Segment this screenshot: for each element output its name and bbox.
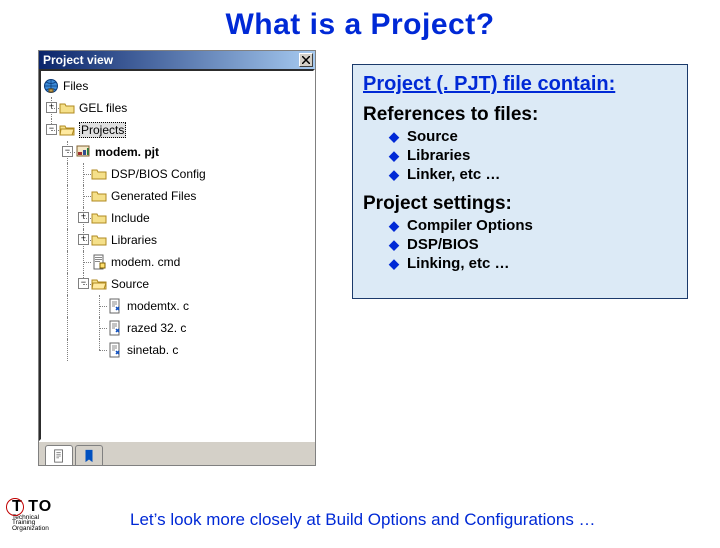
logo-ring-icon xyxy=(6,498,24,516)
tree-label-selected: Projects xyxy=(79,122,126,138)
list-item-label: Linker, etc … xyxy=(407,166,500,183)
bullet-list: ◆ Source ◆ Libraries ◆ Linker, etc … xyxy=(363,128,677,183)
list-item-label: Linking, etc … xyxy=(407,255,510,272)
bullet-list: ◆ Compiler Options ◆ DSP/BIOS ◆ Linking, et… xyxy=(363,217,677,272)
logo-line: Organization xyxy=(12,526,52,533)
list-item: ◆ Linker, etc … xyxy=(389,166,677,183)
info-subheading-1: References to files: xyxy=(363,104,677,126)
tree-node-include[interactable]: + Include xyxy=(43,207,311,229)
list-item: ◆ Libraries xyxy=(389,147,677,164)
expander-minus-icon[interactable]: − xyxy=(78,278,89,289)
folder-icon xyxy=(91,210,107,226)
info-heading: Project (. PJT) file contain: xyxy=(363,73,677,96)
tree-node-generated[interactable]: Generated Files xyxy=(43,185,311,207)
expander-minus-icon[interactable]: − xyxy=(46,124,57,135)
tree-node-files[interactable]: Files xyxy=(43,75,311,97)
tree-node-cmd[interactable]: modem. cmd xyxy=(43,251,311,273)
folder-icon xyxy=(59,100,75,116)
tree-node-gel[interactable]: + GEL files xyxy=(43,97,311,119)
diamond-bullet-icon: ◆ xyxy=(389,219,399,232)
cmd-file-icon xyxy=(91,254,107,270)
bookmark-icon xyxy=(82,449,96,463)
diamond-bullet-icon: ◆ xyxy=(389,238,399,251)
tree-node-src3[interactable]: sinetab. c xyxy=(43,339,311,361)
expander-plus-icon[interactable]: + xyxy=(78,212,89,223)
diamond-bullet-icon: ◆ xyxy=(389,168,399,181)
window-title-bar: Project view xyxy=(39,51,315,69)
tree-node-libraries[interactable]: + Libraries xyxy=(43,229,311,251)
tab-file[interactable] xyxy=(45,445,73,465)
tree-label: modem. cmd xyxy=(111,255,180,269)
folder-icon xyxy=(91,188,107,204)
source-file-icon xyxy=(107,298,123,314)
list-item-label: Source xyxy=(407,128,458,145)
tree-label: razed 32. c xyxy=(127,321,186,335)
tree-node-source[interactable]: − Source xyxy=(43,273,311,295)
project-view-window: Project view Files + GEL files xyxy=(38,50,316,466)
tree-node-dspbios[interactable]: DSP/BIOS Config xyxy=(43,163,311,185)
list-item-label: DSP/BIOS xyxy=(407,236,479,253)
list-item-label: Compiler Options xyxy=(407,217,533,234)
folder-open-icon xyxy=(91,276,107,292)
project-file-icon xyxy=(75,144,91,160)
window-title: Project view xyxy=(43,53,113,67)
tree-node-src1[interactable]: modemtx. c xyxy=(43,295,311,317)
footer-note: Let’s look more closely at Build Options… xyxy=(130,510,596,530)
expander-plus-icon[interactable]: + xyxy=(46,102,57,113)
window-close-button[interactable] xyxy=(299,53,313,67)
list-item: ◆ Compiler Options xyxy=(389,217,677,234)
globe-icon xyxy=(43,78,59,94)
list-item-label: Libraries xyxy=(407,147,470,164)
tree-node-projects[interactable]: − Projects xyxy=(43,119,311,141)
tree-label: Include xyxy=(111,211,150,225)
expander-minus-icon[interactable]: − xyxy=(62,146,73,157)
close-icon xyxy=(302,56,310,64)
diamond-bullet-icon: ◆ xyxy=(389,130,399,143)
tree-label: DSP/BIOS Config xyxy=(111,167,206,181)
tree-label: sinetab. c xyxy=(127,343,178,357)
source-file-icon xyxy=(107,342,123,358)
tree-view[interactable]: Files + GEL files − Projects xyxy=(39,69,315,441)
tree-label: Files xyxy=(63,79,88,93)
tree-label: Generated Files xyxy=(111,189,196,203)
info-box: Project (. PJT) file contain: References… xyxy=(352,64,688,299)
expander-plus-icon[interactable]: + xyxy=(78,234,89,245)
folder-icon xyxy=(91,232,107,248)
folder-icon xyxy=(91,166,107,182)
list-item: ◆ Source xyxy=(389,128,677,145)
folder-open-icon xyxy=(59,122,75,138)
tto-logo: T TO Technical Training Organization xyxy=(8,498,52,533)
tree-label: modemtx. c xyxy=(127,299,189,313)
list-item: ◆ DSP/BIOS xyxy=(389,236,677,253)
diamond-bullet-icon: ◆ xyxy=(389,149,399,162)
tree-label: Libraries xyxy=(111,233,157,247)
tree-node-src2[interactable]: razed 32. c xyxy=(43,317,311,339)
diamond-bullet-icon: ◆ xyxy=(389,257,399,270)
list-item: ◆ Linking, etc … xyxy=(389,255,677,272)
tab-bar xyxy=(39,441,315,465)
tree-label: Source xyxy=(111,277,149,291)
source-file-icon xyxy=(107,320,123,336)
document-icon xyxy=(52,449,66,463)
tree-node-pjt[interactable]: − modem. pjt xyxy=(43,141,311,163)
tab-bookmark[interactable] xyxy=(75,445,103,465)
info-subheading-2: Project settings: xyxy=(363,193,677,215)
tree-label: GEL files xyxy=(79,101,127,115)
tree-label: modem. pjt xyxy=(95,145,159,159)
slide-title: What is a Project? xyxy=(0,8,720,42)
